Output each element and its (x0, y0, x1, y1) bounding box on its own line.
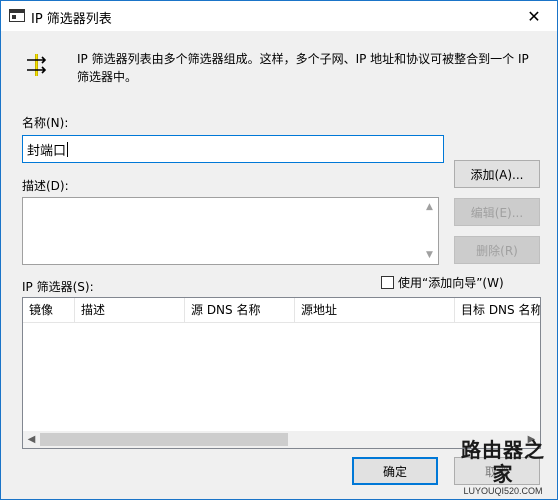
use-add-wizard-label: 使用“添加向导”(W) (398, 276, 504, 290)
scrollbar-thumb[interactable] (40, 433, 288, 446)
text-caret (67, 141, 69, 157)
watermark-url: LUYOUQI520.COM (463, 486, 543, 496)
column-header-source-address[interactable]: 源地址 (295, 298, 455, 322)
edit-button[interactable]: 编辑(E)... (454, 198, 540, 226)
name-label: 名称(N): (22, 116, 69, 130)
site-watermark: 路由器之家 LUYOUQI520.COM (453, 438, 553, 497)
intro-text: IP 筛选器列表由多个筛选器组成。这样，多个子网、IP 地址和协议可被整合到一个… (77, 52, 529, 84)
title-bar: IP 筛选器列表 ✕ (1, 1, 557, 31)
name-input[interactable]: 封端口 (22, 135, 444, 163)
watermark-title: 路由器之家 (461, 438, 545, 486)
ip-filter-icon (27, 54, 47, 76)
ok-button[interactable]: 确定 (352, 457, 438, 485)
close-button[interactable]: ✕ (511, 1, 557, 31)
scroll-down-arrow-icon[interactable]: ▼ (425, 250, 434, 260)
name-input-value: 封端口 (27, 143, 67, 159)
remove-button[interactable]: 删除(R) (454, 236, 540, 264)
scroll-up-arrow-icon[interactable]: ▲ (425, 202, 434, 212)
use-add-wizard-checkbox[interactable] (381, 276, 394, 289)
window-icon (9, 9, 25, 22)
column-header-source-dns-name[interactable]: 源 DNS 名称 (185, 298, 295, 322)
scroll-left-arrow-icon[interactable]: ◀ (25, 433, 38, 446)
column-header-destination-dns-name[interactable]: 目标 DNS 名称 (455, 298, 540, 322)
column-header-mirror[interactable]: 镜像 (23, 298, 75, 322)
description-scrollbar[interactable]: ▲ ▼ (421, 198, 438, 264)
ip-filters-label: IP 筛选器(S): (22, 280, 94, 294)
list-header: 镜像 描述 源 DNS 名称 源地址 目标 DNS 名称 (23, 298, 540, 323)
ip-filter-list-dialog: IP 筛选器列表 ✕ IP 筛选器列表由多个筛选器组成。这样，多个子网、IP 地… (0, 0, 558, 500)
window-title: IP 筛选器列表 (31, 12, 112, 27)
description-label: 描述(D): (22, 179, 69, 193)
ip-filters-list[interactable]: 镜像 描述 源 DNS 名称 源地址 目标 DNS 名称 ◀ ▶ (22, 297, 541, 449)
column-header-description[interactable]: 描述 (75, 298, 185, 322)
add-button[interactable]: 添加(A)... (454, 160, 540, 188)
description-textarea[interactable]: ▲ ▼ (22, 197, 439, 265)
use-add-wizard-option[interactable]: 使用“添加向导”(W) (381, 274, 504, 291)
